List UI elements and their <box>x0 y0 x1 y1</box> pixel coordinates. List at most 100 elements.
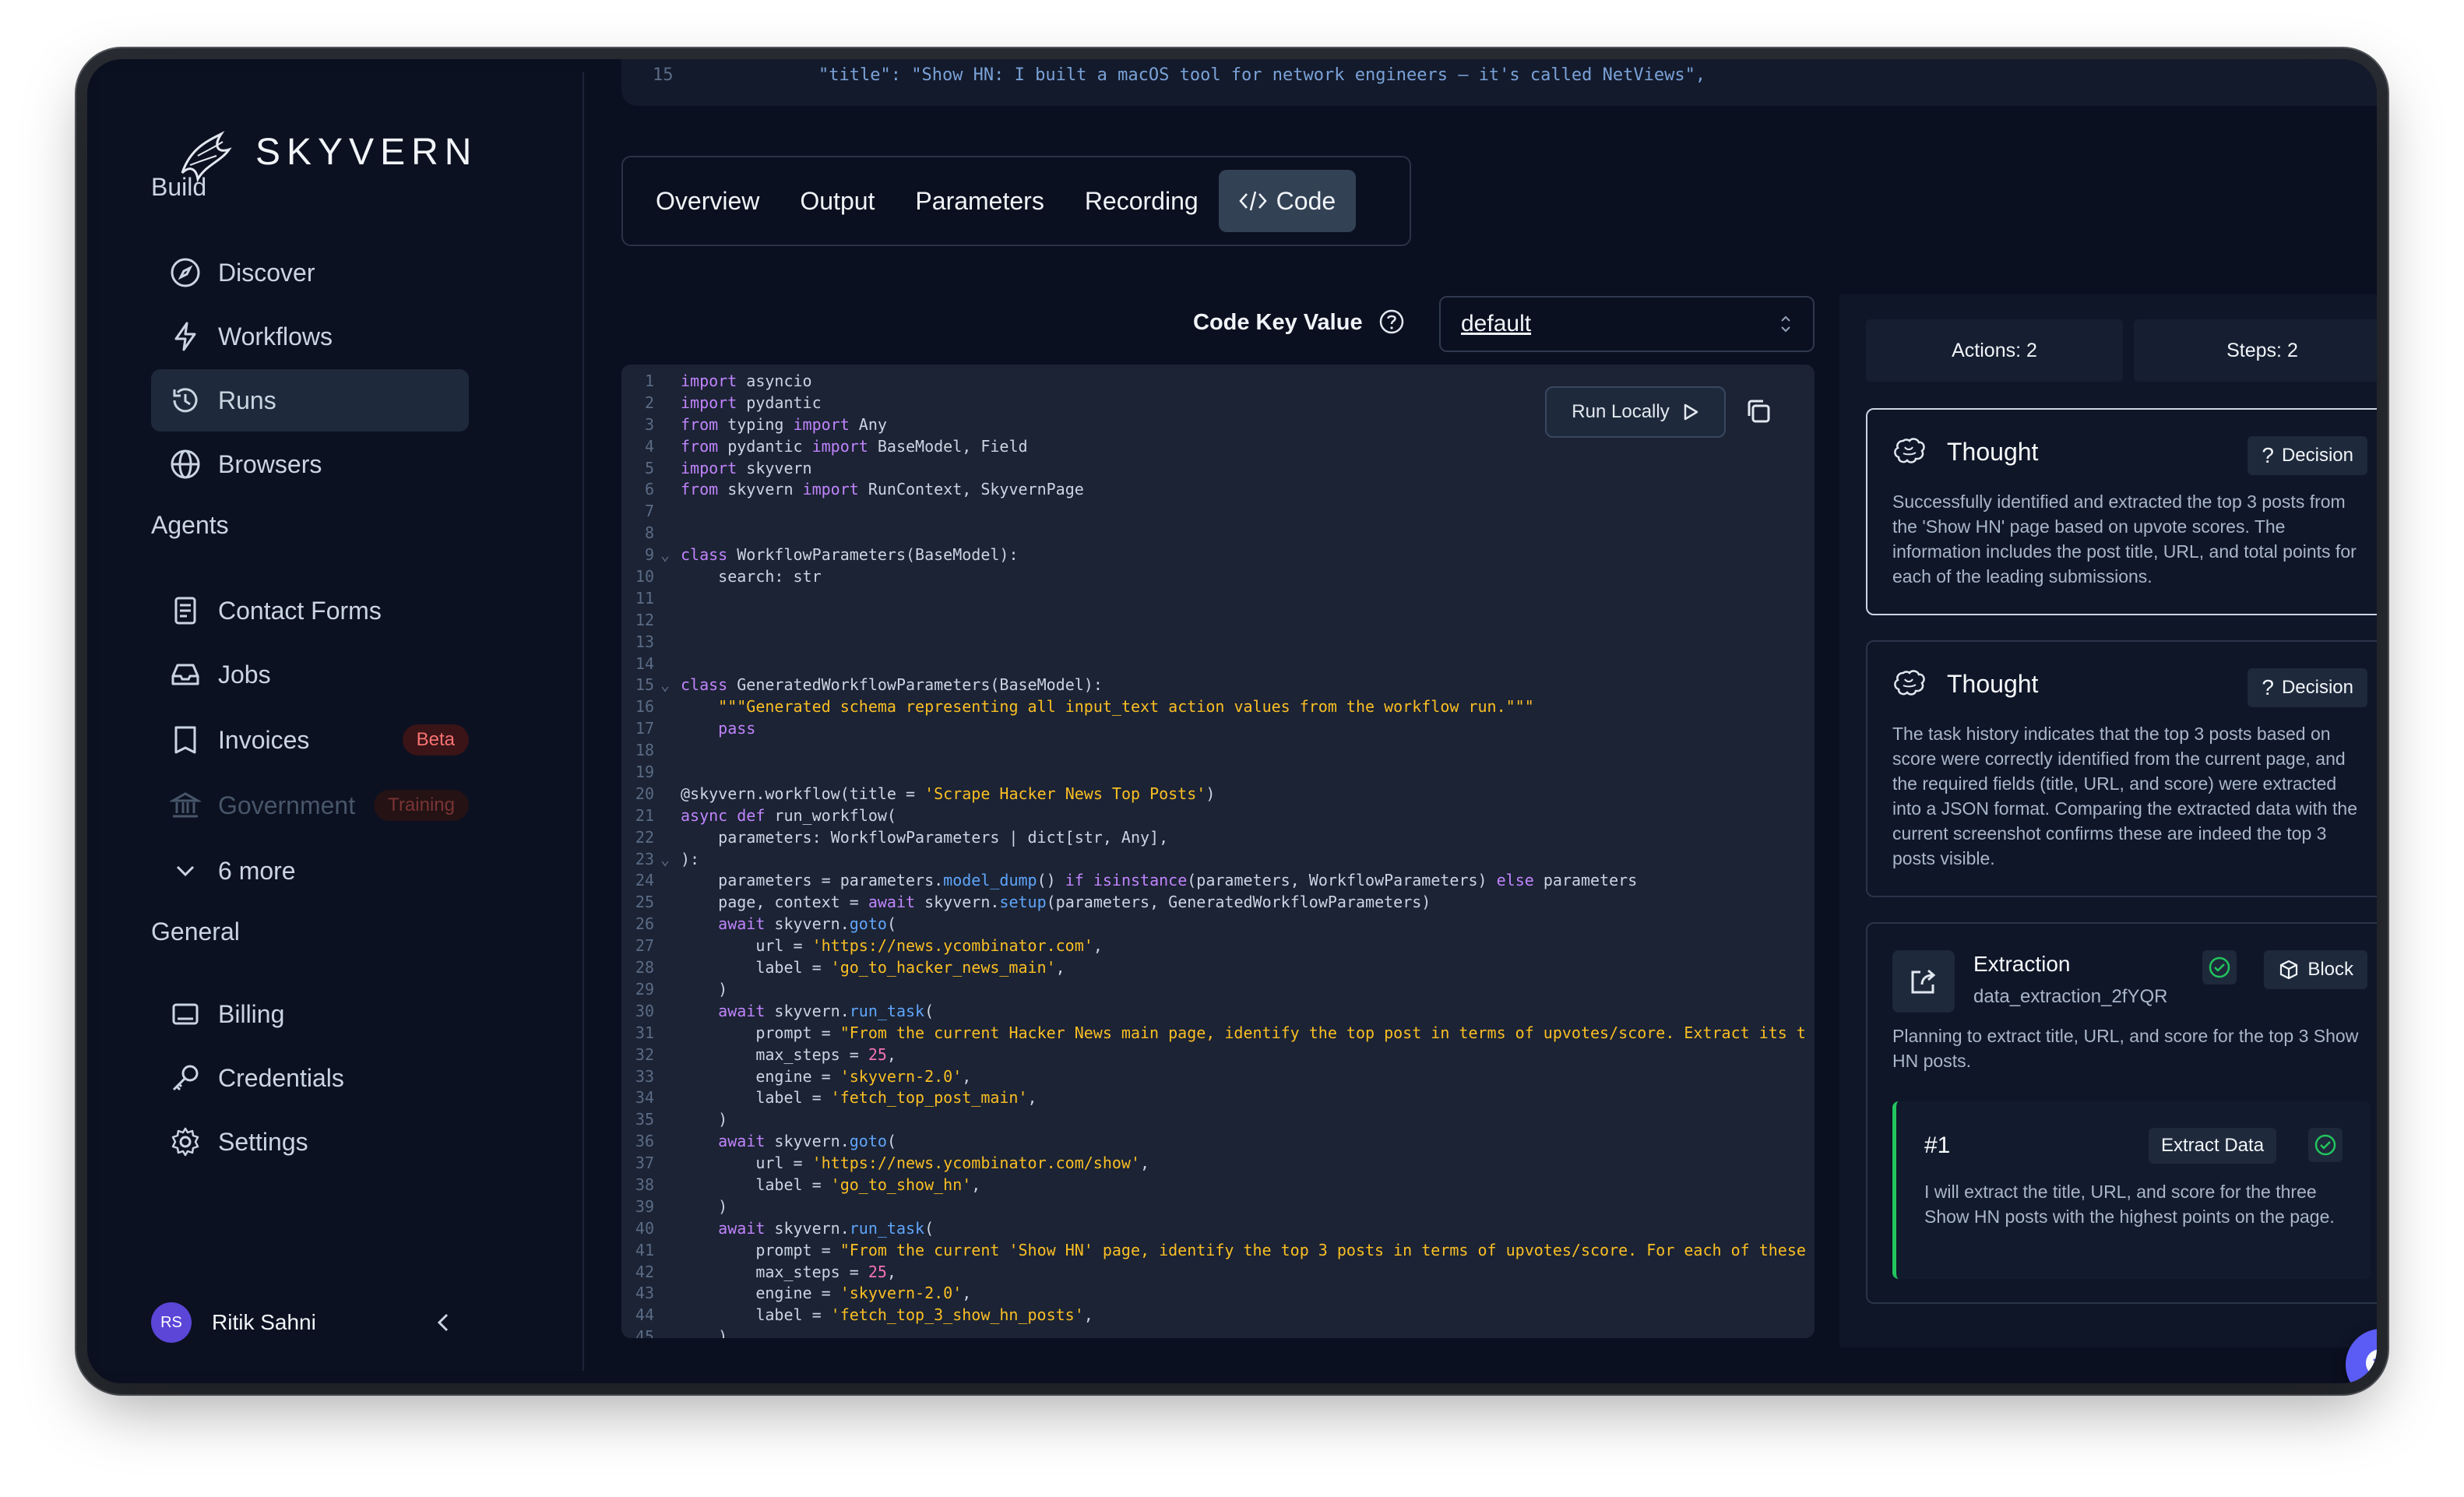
tab-overview[interactable]: Overview <box>635 170 780 232</box>
fold-marker <box>660 1044 673 1066</box>
sidebar-item-discover[interactable]: Discover <box>151 241 469 304</box>
code-line: 14 <box>621 653 1815 675</box>
line-number: 29 <box>635 979 654 999</box>
decision-pill: ? Decision <box>2248 668 2367 707</box>
code-line: 42 max_steps = 25, <box>621 1262 1815 1284</box>
fold-marker <box>660 588 673 610</box>
sidebar-item-credentials[interactable]: Credentials <box>151 1047 469 1109</box>
line-number: 32 <box>635 1044 654 1064</box>
line-source: await skyvern.run_task( <box>718 1218 935 1238</box>
sidebar-item-runs[interactable]: Runs <box>151 369 469 431</box>
sidebar-item-label: Credentials <box>218 1063 344 1092</box>
code-line: 29 ) <box>621 979 1815 1001</box>
fold-marker <box>660 892 673 914</box>
question-icon: ? <box>2262 675 2274 699</box>
fold-marker <box>660 479 673 501</box>
line-source <box>673 501 681 523</box>
sidebar-item-label: Billing <box>218 999 285 1028</box>
block-label: data_extraction_2fYQR <box>1973 986 2168 1007</box>
extraction-block-card[interactable]: Extraction data_extraction_2fYQR Block P… <box>1866 922 2377 1304</box>
fold-marker <box>660 632 673 653</box>
line-source: max_steps = 25, <box>681 1044 896 1064</box>
fold-marker <box>660 1131 673 1153</box>
fold-marker <box>660 805 673 827</box>
fold-marker <box>660 1240 673 1262</box>
line-number: 38 <box>635 1175 654 1194</box>
line-source: ) <box>681 979 728 999</box>
code-line: 27 url = 'https://news.ycombinator.com', <box>621 935 1815 957</box>
line-source: async def run_workflow( <box>681 805 896 825</box>
code-line: 19 <box>621 762 1815 784</box>
line-source: prompt = "From the current Hacker News m… <box>681 1023 1806 1042</box>
code-line: 39 ) <box>621 1196 1815 1218</box>
line-number: 34 <box>635 1088 654 1108</box>
sidebar-item-invoices[interactable]: Invoices Beta <box>151 709 469 771</box>
history-icon <box>168 383 202 417</box>
tab-output[interactable]: Output <box>780 170 895 232</box>
line-number: 44 <box>635 1305 654 1325</box>
fold-marker <box>660 740 673 762</box>
thought-body: The task history indicates that the top … <box>1892 724 2358 868</box>
code-line: 43 engine = 'skyvern-2.0', <box>621 1283 1815 1305</box>
thought-card-2[interactable]: Thought ? Decision The task history indi… <box>1866 640 2377 897</box>
thought-header: Thought <box>1892 436 2038 467</box>
run-locally-button[interactable]: Run Locally <box>1545 386 1726 438</box>
sidebar-item-settings[interactable]: Settings <box>151 1111 469 1173</box>
success-check <box>2202 950 2237 984</box>
code-key-label: Code Key Value <box>1193 310 1363 335</box>
chevron-updown-icon <box>1781 315 1790 333</box>
thought-card-1[interactable]: Thought ? Decision Successfully identifi… <box>1866 408 2377 615</box>
collapse-sidebar-button[interactable] <box>427 1305 461 1340</box>
line-source: label = 'go_to_hacker_news_main', <box>681 958 1065 977</box>
pill-label: Decision <box>2281 445 2353 466</box>
line-number: 11 <box>635 588 654 608</box>
code-line: 38 label = 'go_to_show_hn', <box>621 1175 1815 1196</box>
line-number: 15 <box>635 675 654 695</box>
billing-icon <box>168 997 202 1031</box>
sidebar-item-jobs[interactable]: Jobs <box>151 643 469 706</box>
sidebar-item-contact-forms[interactable]: Contact Forms <box>151 579 469 642</box>
line-number: 22 <box>635 827 654 847</box>
line-source <box>673 610 681 632</box>
app-window: SKYVERN Build Discover Workflows Runs Br… <box>87 59 2377 1383</box>
copy-icon[interactable] <box>1743 396 1774 427</box>
sidebar-item-browsers[interactable]: Browsers <box>151 433 469 495</box>
success-check <box>2308 1128 2343 1162</box>
sidebar-item-government[interactable]: Government Training <box>151 774 469 837</box>
tab-parameters[interactable]: Parameters <box>895 170 1064 232</box>
code-line: 26 await skyvern.goto( <box>621 914 1815 935</box>
sidebar-item-label: Browsers <box>218 449 322 478</box>
sidebar-item-workflows[interactable]: Workflows <box>151 305 469 368</box>
chevron-left-icon <box>437 1313 449 1332</box>
fold-marker <box>660 653 673 675</box>
code-line: 41 prompt = "From the current 'Show HN' … <box>621 1240 1815 1262</box>
code-line: 16 """Generated schema representing all … <box>621 696 1815 718</box>
sidebar-more-toggle[interactable]: 6 more <box>151 840 469 902</box>
user-profile[interactable]: RS Ritik Sahni <box>151 1302 316 1343</box>
avatar: RS <box>151 1302 192 1343</box>
action-number: #1 <box>1924 1132 1951 1158</box>
line-source: ) <box>681 1196 728 1216</box>
fold-marker <box>660 696 673 718</box>
section-title-agents: Agents <box>151 511 229 539</box>
line-number: 43 <box>635 1284 654 1303</box>
tab-code[interactable]: Code <box>1218 170 1357 232</box>
code-editor[interactable]: 1 import asyncio 2 import pydantic 3 from typ… <box>621 365 1815 1338</box>
steps-count: Steps: 2 <box>2134 319 2377 382</box>
logo[interactable]: SKYVERN <box>174 118 477 185</box>
line-number: 1 <box>644 372 654 390</box>
fold-marker <box>660 566 673 588</box>
fold-marker <box>660 827 673 849</box>
line-source: page, context = await skyvern.setup(para… <box>681 893 1431 912</box>
fold-marker <box>660 393 673 414</box>
line-number: 5 <box>644 458 654 477</box>
code-key-select[interactable]: default <box>1439 296 1815 352</box>
code-line: 30 await skyvern.run_task( <box>621 1001 1815 1023</box>
help-icon[interactable] <box>1378 308 1405 335</box>
tab-recording[interactable]: Recording <box>1065 170 1219 232</box>
line-source: from pydantic import BaseModel, Field <box>681 436 1028 456</box>
action-card[interactable]: #1 Extract Data I will extract the title… <box>1892 1101 2371 1279</box>
line-source: pass <box>718 719 756 738</box>
line-source <box>673 740 681 762</box>
sidebar-item-billing[interactable]: Billing <box>151 983 469 1045</box>
